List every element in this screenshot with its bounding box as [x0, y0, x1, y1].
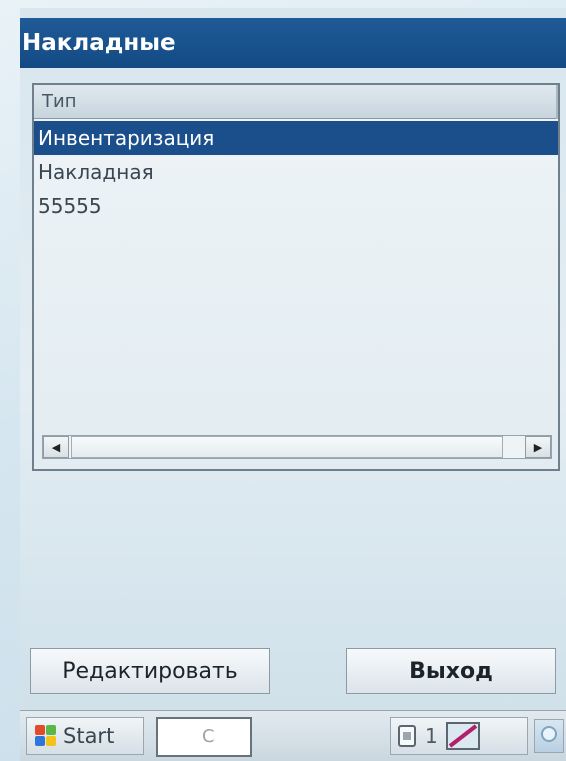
taskbar: Start C 1: [20, 710, 566, 761]
column-divider[interactable]: [556, 85, 558, 119]
list-column-header[interactable]: Тип: [34, 85, 558, 119]
document-type-list[interactable]: Тип Инвентаризация Накладная 55555 ◀ ▶: [32, 83, 560, 471]
list-item-label: Накладная: [38, 160, 154, 184]
system-tray[interactable]: 1: [390, 717, 528, 755]
device-screen: Накладные Тип Инвентаризация Накладная 5…: [20, 8, 566, 761]
window-titlebar: Накладные: [20, 18, 566, 68]
horizontal-scrollbar[interactable]: ◀ ▶: [42, 435, 552, 459]
start-button[interactable]: Start: [26, 717, 144, 755]
list-item-label: Инвентаризация: [38, 126, 215, 150]
scroll-right-button[interactable]: ▶: [525, 436, 551, 458]
scroll-left-button[interactable]: ◀: [43, 436, 69, 458]
triangle-right-icon: ▶: [533, 440, 543, 454]
start-label: Start: [63, 724, 115, 748]
exit-button[interactable]: Выход: [346, 648, 556, 694]
list-item[interactable]: Накладная: [34, 155, 558, 189]
list-item[interactable]: 55555: [34, 189, 558, 223]
sim-card-icon: [397, 725, 417, 747]
list-rows: Инвентаризация Накладная 55555: [34, 121, 558, 223]
scroll-thumb[interactable]: [71, 436, 503, 458]
circle-icon: [540, 725, 558, 747]
tray-count: 1: [425, 724, 438, 748]
taskbar-input[interactable]: C: [156, 717, 252, 757]
column-header-type: Тип: [42, 91, 77, 112]
windows-flag-icon: [35, 725, 57, 747]
list-item-label: 55555: [38, 194, 102, 218]
list-item[interactable]: Инвентаризация: [34, 121, 558, 155]
network-connection-icon: [445, 722, 480, 750]
window-title: Накладные: [22, 30, 176, 56]
desktop-button[interactable]: [534, 719, 564, 753]
edit-button[interactable]: Редактировать: [30, 648, 270, 694]
triangle-left-icon: ◀: [51, 440, 61, 454]
